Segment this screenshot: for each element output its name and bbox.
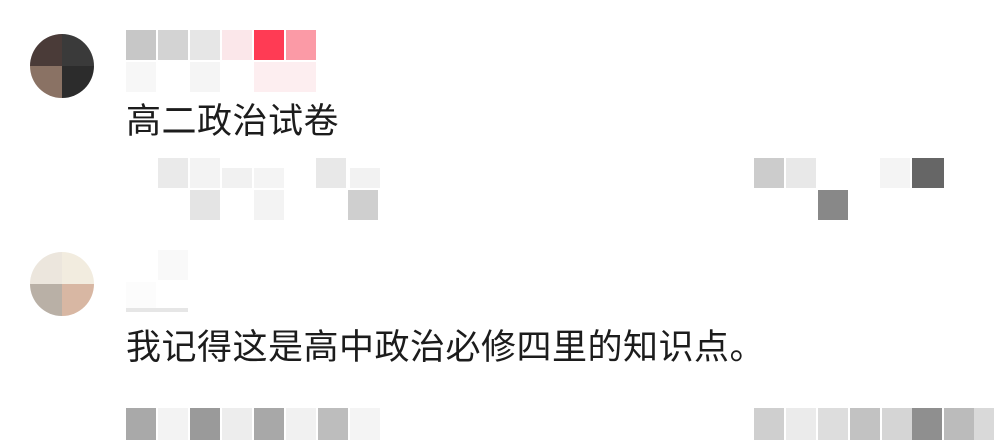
pixelated-meta-info — [126, 396, 390, 440]
avatar-pixel — [30, 252, 62, 284]
pixelated-action-icon[interactable] — [754, 158, 946, 220]
comment-text: 我记得这是高中政治必修四里的知识点。 — [126, 328, 766, 368]
pixelated-username-block[interactable] — [126, 250, 256, 312]
pixelated-action-icon[interactable] — [754, 396, 994, 440]
pixelated-meta-info — [158, 158, 390, 220]
avatar-pixel — [62, 284, 94, 316]
comment-list: 高二政治试卷 我记得这是高中政治必修四里的知识点。 — [0, 0, 1007, 447]
avatar-pixel — [62, 34, 94, 66]
avatar-pixel — [62, 252, 94, 284]
pixelated-username-block[interactable] — [126, 30, 316, 92]
avatar-pixel — [62, 66, 94, 98]
comment-text: 高二政治试卷 — [126, 102, 340, 142]
avatar[interactable] — [30, 34, 94, 98]
avatar-pixel — [30, 284, 62, 316]
avatar-pixel — [30, 66, 62, 98]
avatar-pixel — [30, 34, 62, 66]
avatar[interactable] — [30, 252, 94, 316]
